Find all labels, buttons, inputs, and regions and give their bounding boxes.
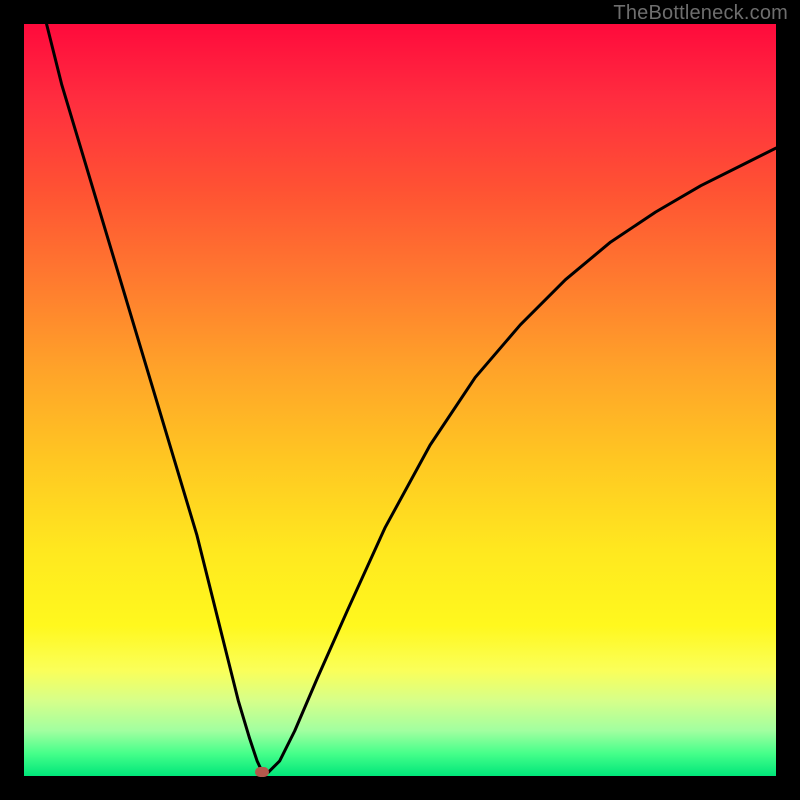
curve-svg <box>24 24 776 776</box>
watermark-text: TheBottleneck.com <box>613 2 788 25</box>
chart-frame: TheBottleneck.com <box>0 0 800 800</box>
optimum-marker <box>255 767 269 777</box>
bottleneck-curve <box>47 24 776 772</box>
